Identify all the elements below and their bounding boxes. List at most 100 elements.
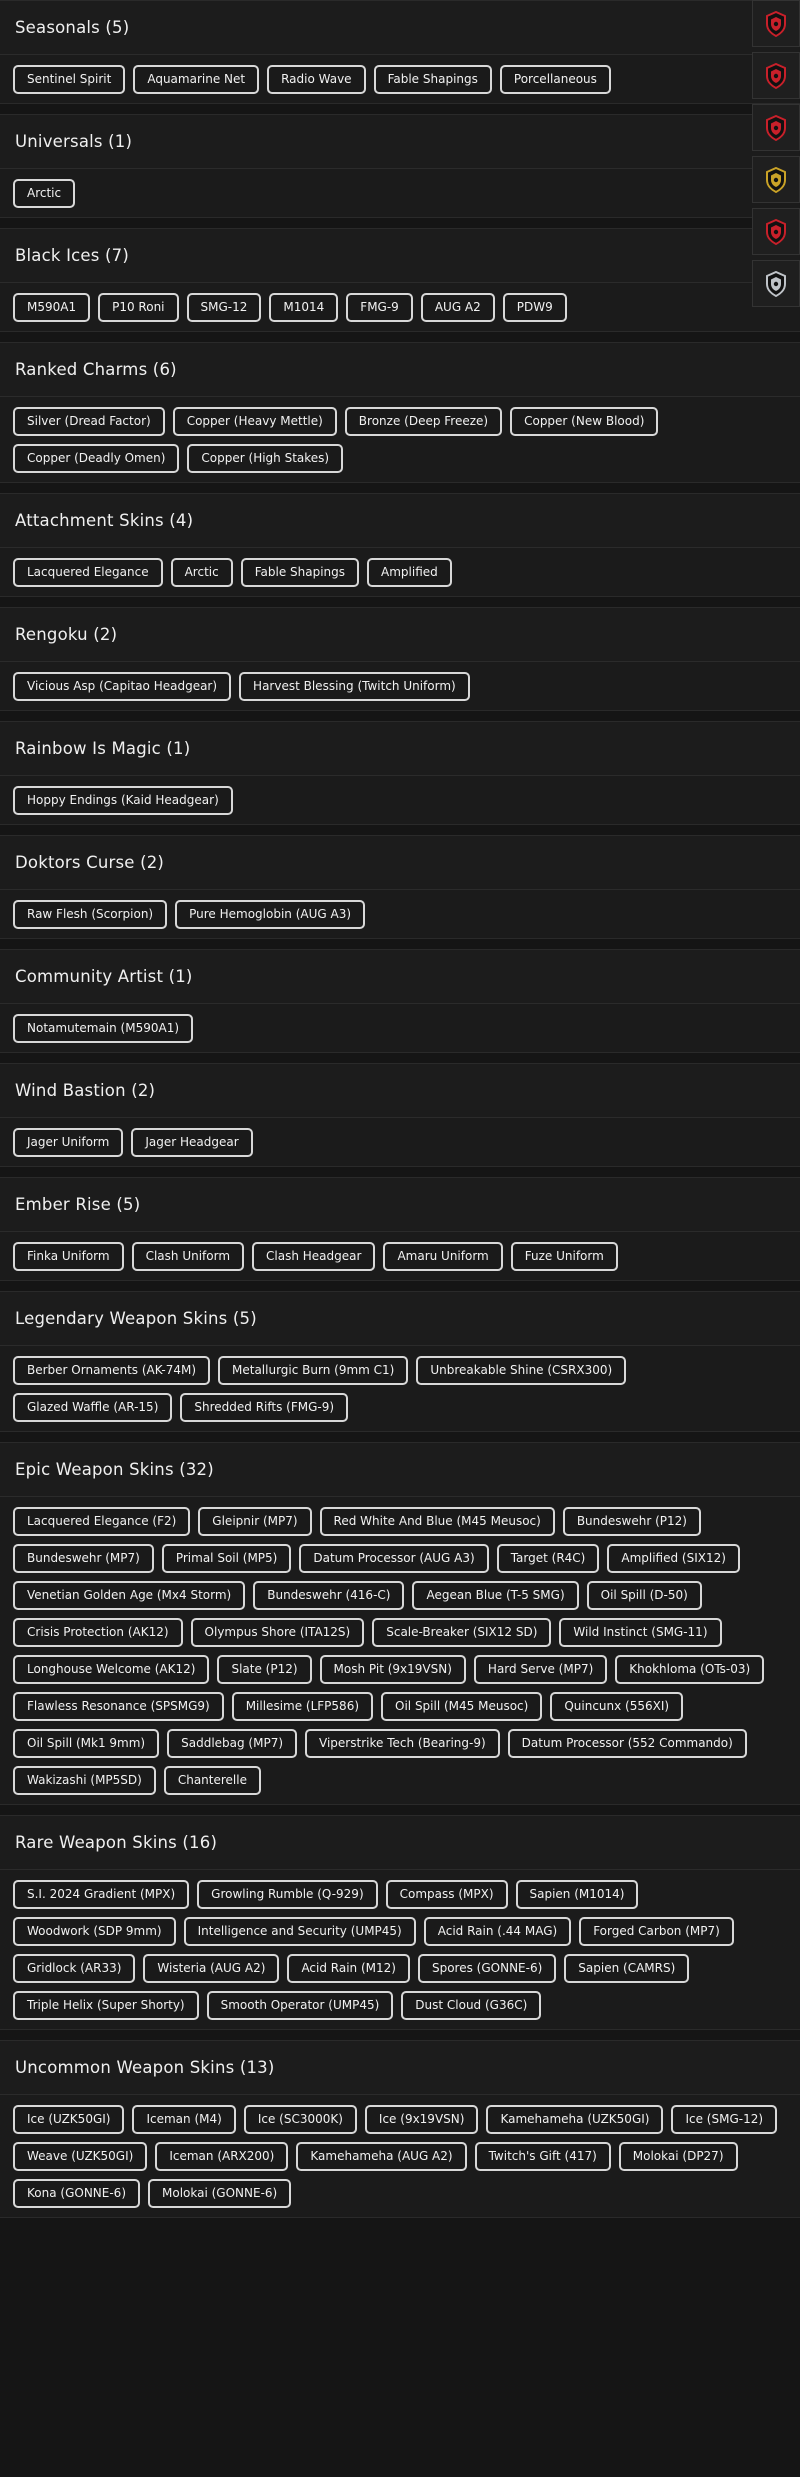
- item-chip[interactable]: Gleipnir (MP7): [198, 1507, 312, 1536]
- item-chip[interactable]: S.I. 2024 Gradient (MPX): [13, 1880, 190, 1909]
- item-chip[interactable]: Radio Wave: [267, 65, 366, 94]
- item-chip[interactable]: Khokhloma (OTs-03): [615, 1655, 765, 1684]
- rank-badge-button[interactable]: [752, 208, 800, 255]
- item-chip[interactable]: Arctic: [170, 558, 233, 587]
- item-chip[interactable]: P10 Roni: [98, 293, 179, 322]
- item-chip[interactable]: Weave (UZK50GI): [13, 2142, 148, 2171]
- item-chip[interactable]: PDW9: [502, 293, 567, 322]
- item-chip[interactable]: Woodwork (SDP 9mm): [13, 1917, 176, 1946]
- item-chip[interactable]: Kona (GONNE-6): [13, 2179, 140, 2208]
- item-chip[interactable]: Primal Soil (MP5): [161, 1544, 292, 1573]
- item-chip[interactable]: Triple Helix (Super Shorty): [13, 1991, 199, 2020]
- item-chip[interactable]: Acid Rain (.44 MAG): [423, 1917, 572, 1946]
- item-chip[interactable]: M1014: [269, 293, 339, 322]
- item-chip[interactable]: Chanterelle: [163, 1766, 261, 1795]
- item-chip[interactable]: Hoppy Endings (Kaid Headgear): [13, 786, 233, 815]
- item-chip[interactable]: Crisis Protection (AK12): [13, 1618, 183, 1647]
- item-chip[interactable]: Raw Flesh (Scorpion): [13, 900, 168, 929]
- item-chip[interactable]: Wisteria (AUG A2): [143, 1954, 280, 1983]
- item-chip[interactable]: Amplified: [367, 558, 452, 587]
- item-chip[interactable]: Metallurgic Burn (9mm C1): [218, 1356, 409, 1385]
- item-chip[interactable]: Copper (High Stakes): [187, 444, 344, 473]
- item-chip[interactable]: SMG-12: [186, 293, 262, 322]
- item-chip[interactable]: Aquamarine Net: [133, 65, 260, 94]
- item-chip[interactable]: M590A1: [13, 293, 91, 322]
- item-chip[interactable]: Lacquered Elegance: [13, 558, 163, 587]
- item-chip[interactable]: Slate (P12): [217, 1655, 312, 1684]
- item-chip[interactable]: Dust Cloud (G36C): [401, 1991, 542, 2020]
- item-chip[interactable]: Berber Ornaments (AK-74M): [13, 1356, 211, 1385]
- item-chip[interactable]: Ice (SMG-12): [671, 2105, 778, 2134]
- item-chip[interactable]: Porcellaneous: [499, 65, 611, 94]
- item-chip[interactable]: Flawless Resonance (SPSMG9): [13, 1692, 224, 1721]
- item-chip[interactable]: Gridlock (AR33): [13, 1954, 136, 1983]
- item-chip[interactable]: Viperstrike Tech (Bearing-9): [305, 1729, 500, 1758]
- item-chip[interactable]: Clash Headgear: [252, 1242, 376, 1271]
- item-chip[interactable]: Amplified (SIX12): [607, 1544, 740, 1573]
- item-chip[interactable]: Fuze Uniform: [510, 1242, 618, 1271]
- item-chip[interactable]: Wild Instinct (SMG-11): [559, 1618, 722, 1647]
- item-chip[interactable]: Harvest Blessing (Twitch Uniform): [239, 672, 470, 701]
- item-chip[interactable]: Mosh Pit (9x19VSN): [319, 1655, 466, 1684]
- item-chip[interactable]: Iceman (ARX200): [155, 2142, 289, 2171]
- item-chip[interactable]: Iceman (M4): [132, 2105, 236, 2134]
- item-chip[interactable]: Saddlebag (MP7): [167, 1729, 298, 1758]
- item-chip[interactable]: Glazed Waffle (AR-15): [13, 1393, 173, 1422]
- item-chip[interactable]: Intelligence and Security (UMP45): [183, 1917, 416, 1946]
- item-chip[interactable]: Kamehameha (AUG A2): [296, 2142, 467, 2171]
- rank-badge-button[interactable]: [752, 0, 800, 47]
- rank-badge-button[interactable]: [752, 260, 800, 307]
- rank-badge-button[interactable]: [752, 156, 800, 203]
- item-chip[interactable]: Oil Spill (M45 Meusoc): [381, 1692, 543, 1721]
- item-chip[interactable]: Pure Hemoglobin (AUG A3): [175, 900, 366, 929]
- item-chip[interactable]: Quincunx (556XI): [550, 1692, 684, 1721]
- item-chip[interactable]: Wakizashi (MP5SD): [13, 1766, 156, 1795]
- item-chip[interactable]: Ice (SC3000K): [243, 2105, 357, 2134]
- item-chip[interactable]: Finka Uniform: [13, 1242, 124, 1271]
- item-chip[interactable]: Datum Processor (AUG A3): [299, 1544, 489, 1573]
- item-chip[interactable]: Lacquered Elegance (F2): [13, 1507, 191, 1536]
- item-chip[interactable]: Kamehameha (UZK50GI): [486, 2105, 664, 2134]
- item-chip[interactable]: Longhouse Welcome (AK12): [13, 1655, 210, 1684]
- item-chip[interactable]: Molokai (DP27): [618, 2142, 738, 2171]
- rank-badge-button[interactable]: [752, 52, 800, 99]
- item-chip[interactable]: Hard Serve (MP7): [473, 1655, 608, 1684]
- item-chip[interactable]: Forged Carbon (MP7): [579, 1917, 734, 1946]
- item-chip[interactable]: Ice (9x19VSN): [364, 2105, 479, 2134]
- item-chip[interactable]: Datum Processor (552 Commando): [507, 1729, 747, 1758]
- item-chip[interactable]: Copper (New Blood): [510, 407, 659, 436]
- item-chip[interactable]: Bundeswehr (P12): [562, 1507, 701, 1536]
- item-chip[interactable]: Spores (GONNE-6): [417, 1954, 557, 1983]
- item-chip[interactable]: Growling Rumble (Q-929): [197, 1880, 378, 1909]
- item-chip[interactable]: Twitch's Gift (417): [474, 2142, 611, 2171]
- item-chip[interactable]: Olympus Shore (ITA12S): [190, 1618, 365, 1647]
- item-chip[interactable]: Oil Spill (Mk1 9mm): [13, 1729, 160, 1758]
- item-chip[interactable]: Shredded Rifts (FMG-9): [180, 1393, 349, 1422]
- item-chip[interactable]: Compass (MPX): [385, 1880, 508, 1909]
- item-chip[interactable]: Target (R4C): [496, 1544, 600, 1573]
- item-chip[interactable]: Copper (Heavy Mettle): [172, 407, 337, 436]
- item-chip[interactable]: Jager Headgear: [131, 1128, 253, 1157]
- item-chip[interactable]: Bronze (Deep Freeze): [344, 407, 503, 436]
- item-chip[interactable]: Fable Shapings: [373, 65, 492, 94]
- item-chip[interactable]: Molokai (GONNE-6): [148, 2179, 292, 2208]
- item-chip[interactable]: Sentinel Spirit: [13, 65, 126, 94]
- item-chip[interactable]: Notamutemain (M590A1): [13, 1014, 194, 1043]
- item-chip[interactable]: Oil Spill (D-50): [586, 1581, 702, 1610]
- item-chip[interactable]: Vicious Asp (Capitao Headgear): [13, 672, 232, 701]
- item-chip[interactable]: Bundeswehr (416-C): [253, 1581, 405, 1610]
- item-chip[interactable]: Millesime (LFP586): [231, 1692, 374, 1721]
- item-chip[interactable]: Amaru Uniform: [383, 1242, 503, 1271]
- item-chip[interactable]: Sapien (M1014): [515, 1880, 639, 1909]
- item-chip[interactable]: AUG A2: [420, 293, 495, 322]
- item-chip[interactable]: Aegean Blue (T-5 SMG): [412, 1581, 579, 1610]
- item-chip[interactable]: Smooth Operator (UMP45): [206, 1991, 394, 2020]
- item-chip[interactable]: Jager Uniform: [13, 1128, 124, 1157]
- item-chip[interactable]: Silver (Dread Factor): [13, 407, 165, 436]
- item-chip[interactable]: Red White And Blue (M45 Meusoc): [319, 1507, 555, 1536]
- item-chip[interactable]: Scale-Breaker (SIX12 SD): [372, 1618, 552, 1647]
- item-chip[interactable]: Clash Uniform: [131, 1242, 245, 1271]
- item-chip[interactable]: Unbreakable Shine (CSRX300): [416, 1356, 627, 1385]
- item-chip[interactable]: Sapien (CAMRS): [564, 1954, 690, 1983]
- item-chip[interactable]: Bundeswehr (MP7): [13, 1544, 154, 1573]
